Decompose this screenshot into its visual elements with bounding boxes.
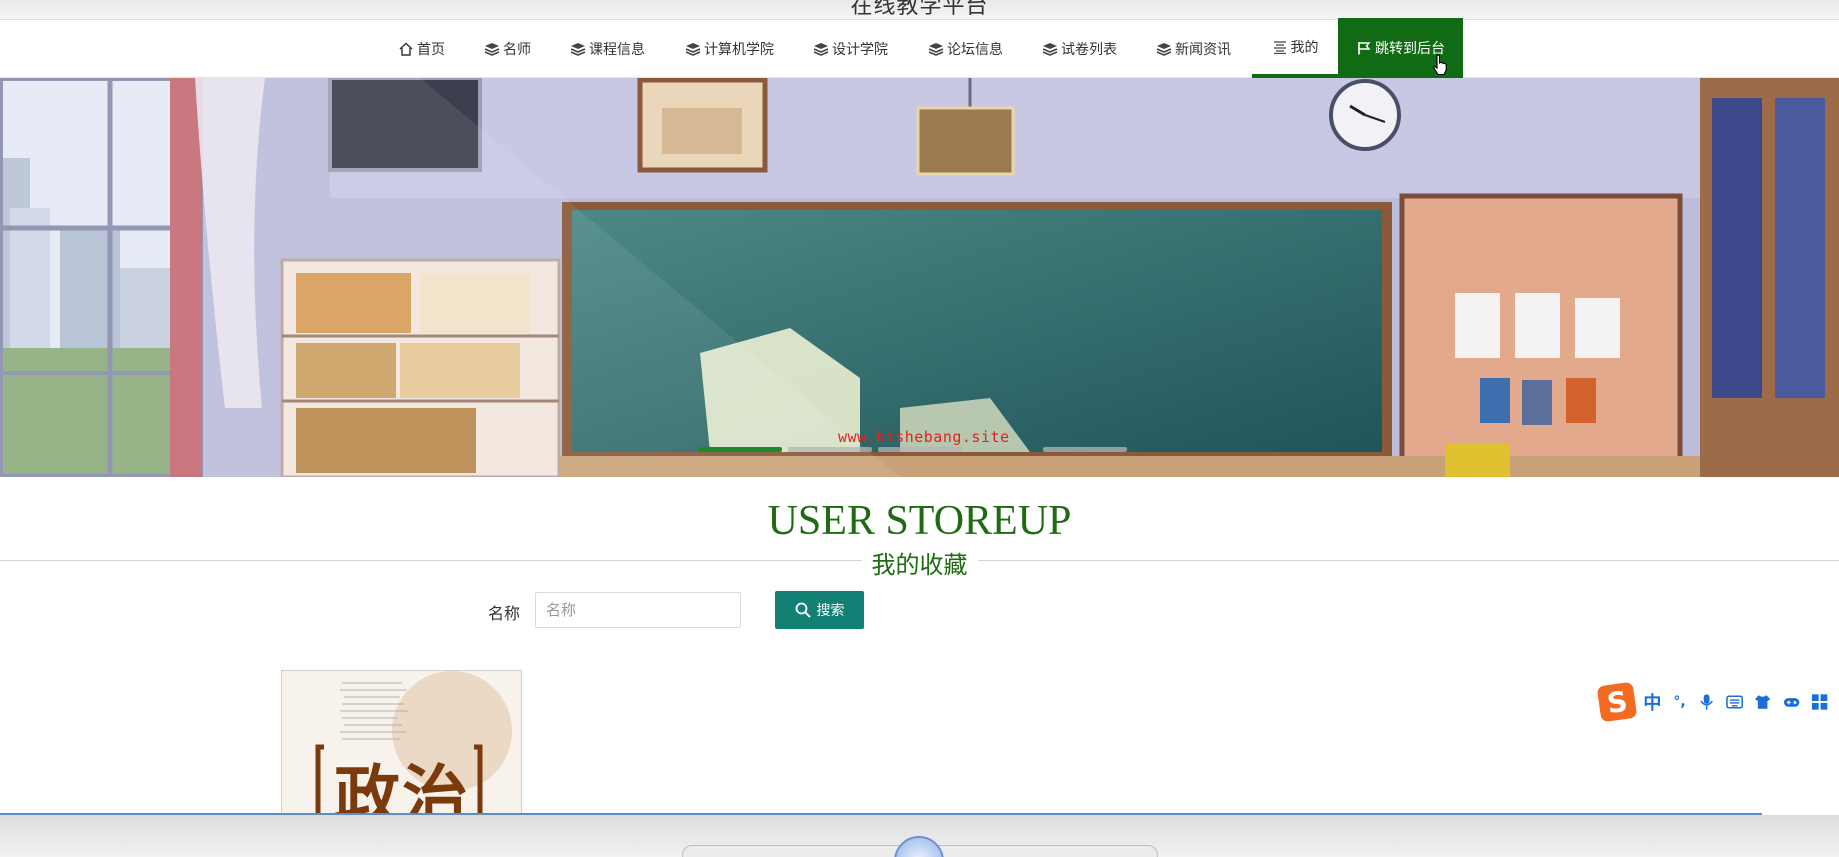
menu-lines-icon xyxy=(1273,41,1286,54)
nav-label: 计算机学院 xyxy=(704,42,774,58)
mouse-cursor-icon xyxy=(1433,54,1447,76)
keyboard-icon[interactable] xyxy=(1726,693,1744,711)
gamepad-icon[interactable] xyxy=(1783,693,1800,711)
nav-item-mine[interactable]: 我的 xyxy=(1252,20,1338,78)
nav-item-teachers[interactable]: 名师 xyxy=(484,20,531,78)
home-icon xyxy=(399,42,413,56)
ime-logo-icon: S xyxy=(1596,681,1638,723)
page-root: 在线教学平台 首页 名师 课程信息 计算机学院 设计学院 论坛信息 试卷列表 新… xyxy=(0,0,1839,857)
layers-icon xyxy=(484,43,500,56)
site-title: 在线教学平台 xyxy=(850,0,989,19)
nav-item-cs-college[interactable]: 计算机学院 xyxy=(685,20,774,78)
search-label: 名称 xyxy=(488,604,521,623)
section-title-cn: 我的收藏 xyxy=(861,545,978,580)
layers-icon xyxy=(1156,43,1172,56)
nav-item-news[interactable]: 新闻资讯 xyxy=(1156,20,1231,78)
nav-item-design-college[interactable]: 设计学院 xyxy=(813,20,888,78)
layers-icon xyxy=(813,43,829,56)
ime-mode-text[interactable]: 中 xyxy=(1643,689,1661,715)
carousel-indicator-4[interactable] xyxy=(1043,447,1127,452)
skin-shirt-icon[interactable] xyxy=(1754,693,1771,711)
nav-item-courses[interactable]: 课程信息 xyxy=(570,20,645,78)
classroom-illustration xyxy=(0,78,1839,477)
nav-label: 首页 xyxy=(417,42,445,58)
nav-label: 新闻资讯 xyxy=(1175,42,1231,58)
nav-label: 名师 xyxy=(503,42,531,58)
banner-carousel[interactable] xyxy=(0,78,1839,477)
section-title-en: USER STOREUP xyxy=(767,498,1072,544)
nav-item-forum[interactable]: 论坛信息 xyxy=(928,20,1003,78)
section-subtitle-wrap: 我的收藏 xyxy=(0,545,1839,580)
microphone-icon[interactable] xyxy=(1698,693,1715,711)
carousel-indicator-1[interactable] xyxy=(698,447,782,452)
nav-label: 试卷列表 xyxy=(1061,42,1117,58)
layers-icon xyxy=(1042,43,1058,56)
layers-icon xyxy=(685,43,701,56)
ime-punct-text[interactable]: °, xyxy=(1673,694,1685,710)
ime-toolbar[interactable]: S 中 °, xyxy=(1596,681,1839,723)
nav-label: 我的 xyxy=(1290,40,1319,56)
grid-apps-icon[interactable] xyxy=(1811,693,1828,711)
nav-label: 课程信息 xyxy=(589,42,645,58)
nav-label: 设计学院 xyxy=(832,42,888,58)
nav-item-home[interactable]: 首页 xyxy=(398,20,445,78)
layers-icon xyxy=(928,43,944,56)
search-button[interactable]: 搜索 xyxy=(775,591,864,629)
search-button-label: 搜索 xyxy=(816,603,845,619)
search-input[interactable] xyxy=(535,592,741,628)
carousel-indicator-2[interactable] xyxy=(788,447,872,452)
flag-icon xyxy=(1358,42,1371,55)
search-icon xyxy=(795,602,811,618)
watermark-text: www.bishebang.site xyxy=(838,428,1010,446)
nav-item-papers[interactable]: 试卷列表 xyxy=(1042,20,1117,78)
carousel-indicator-3[interactable] xyxy=(878,447,962,452)
main-nav: 首页 名师 课程信息 计算机学院 设计学院 论坛信息 试卷列表 新闻资讯 我的 … xyxy=(0,18,1839,78)
nav-label: 论坛信息 xyxy=(947,42,1003,58)
site-header: 在线教学平台 xyxy=(0,0,1839,20)
layers-icon xyxy=(570,43,586,56)
